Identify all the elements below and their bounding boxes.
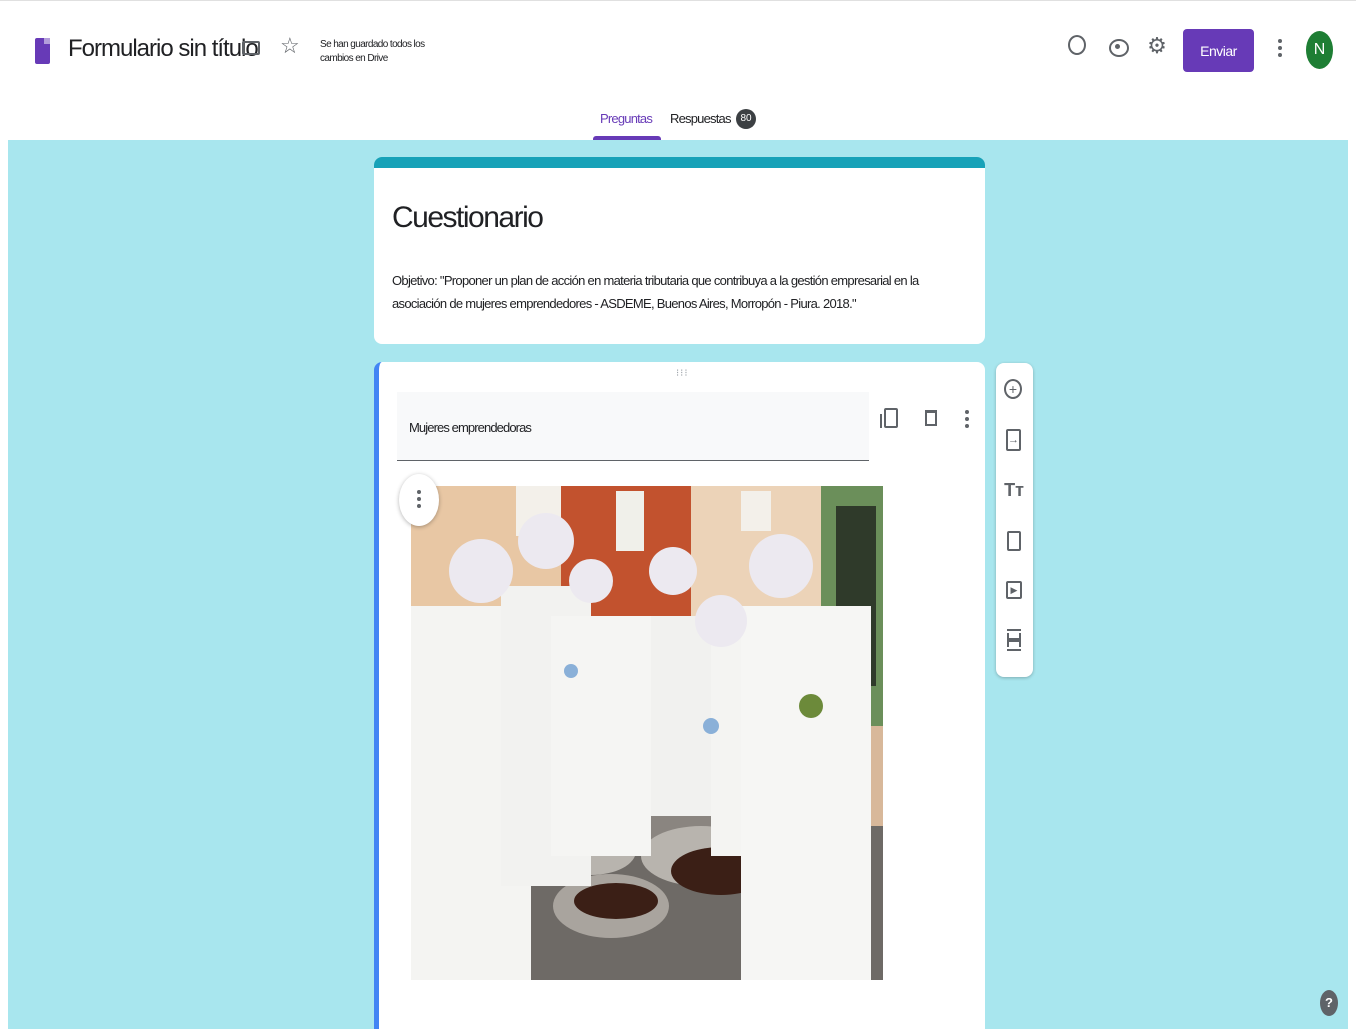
- drag-handle-icon[interactable]: ⁝⁝⁝: [676, 368, 689, 379]
- app-header: Formulario sin título ☆ Se han guardado …: [0, 0, 1356, 140]
- add-title-icon[interactable]: Tт: [1004, 479, 1024, 501]
- form-image: [411, 486, 883, 980]
- duplicate-icon[interactable]: [880, 408, 898, 428]
- image-options-icon[interactable]: [399, 474, 439, 526]
- form-title[interactable]: Formulario sin título: [68, 35, 259, 63]
- theme-color-bar: [374, 157, 985, 168]
- add-video-icon[interactable]: ▶: [1006, 581, 1022, 599]
- tab-responses[interactable]: Respuestas: [670, 111, 731, 126]
- import-questions-icon[interactable]: →: [1006, 429, 1021, 451]
- delete-trash-icon[interactable]: [925, 410, 937, 426]
- add-section-icon[interactable]: [1007, 629, 1021, 651]
- saved-status: Se han guardado todos los cambios en Dri…: [320, 39, 425, 64]
- palette-icon[interactable]: [1068, 35, 1086, 55]
- responses-count-badge: 80: [736, 109, 756, 129]
- add-question-icon[interactable]: +: [1004, 379, 1022, 399]
- women-kitchen-photo: [411, 486, 883, 980]
- add-image-icon[interactable]: [1007, 531, 1021, 551]
- forms-logo-icon[interactable]: [35, 38, 50, 64]
- star-icon[interactable]: ☆: [280, 33, 300, 59]
- image-title-text: Mujeres emprendedoras: [409, 420, 532, 435]
- form-heading[interactable]: Cuestionario: [392, 201, 544, 235]
- image-title-field[interactable]: Mujeres emprendedoras: [397, 392, 869, 461]
- send-button[interactable]: Enviar: [1183, 29, 1254, 72]
- tab-questions[interactable]: Preguntas: [600, 111, 653, 126]
- help-icon[interactable]: ?: [1320, 990, 1338, 1016]
- form-title-card[interactable]: Cuestionario Objetivo: "Proponer un plan…: [374, 157, 985, 344]
- form-description[interactable]: Objetivo: "Proponer un plan de acción en…: [392, 269, 952, 315]
- floating-toolbar: + → Tт ▶: [996, 363, 1033, 677]
- card-more-options-icon[interactable]: [963, 410, 971, 432]
- more-options-icon[interactable]: [1274, 39, 1286, 61]
- move-to-folder-icon[interactable]: [242, 41, 260, 55]
- image-item-card[interactable]: ⁝⁝⁝ Mujeres emprendedoras: [374, 362, 985, 1029]
- preview-eye-icon[interactable]: [1107, 35, 1129, 57]
- settings-gear-icon[interactable]: ⚙: [1146, 35, 1168, 57]
- avatar[interactable]: N: [1306, 31, 1333, 69]
